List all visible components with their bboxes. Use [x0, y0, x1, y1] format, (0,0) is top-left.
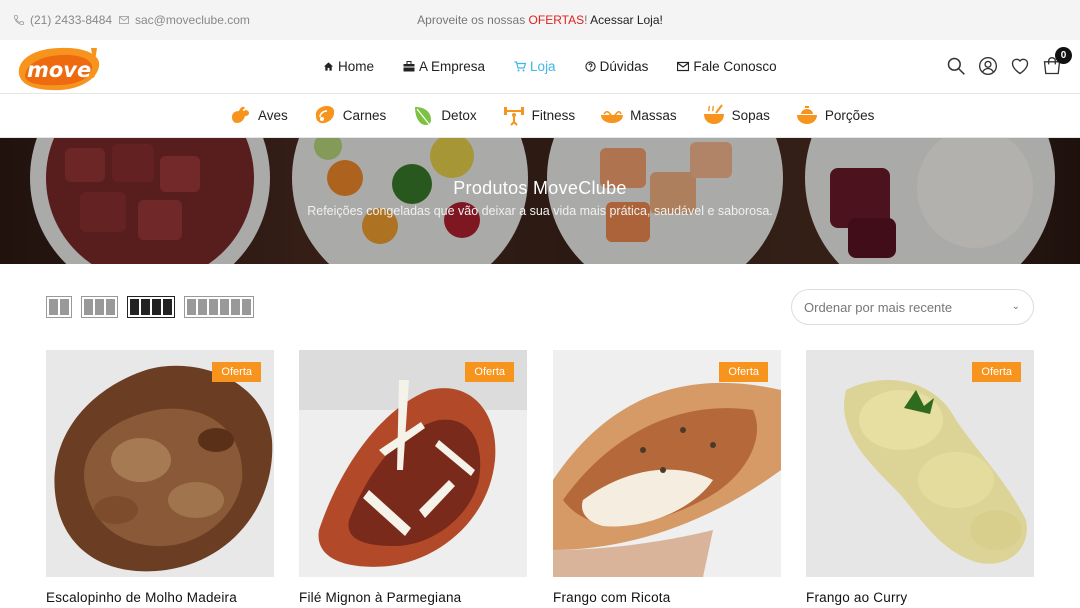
- main-nav: Home A Empresa Loja Dúvidas Fale Conosco: [323, 59, 806, 74]
- product-card: Oferta Frango com Ricota: [553, 350, 781, 605]
- account-icon[interactable]: [978, 56, 998, 76]
- hero-title: Produtos MoveClube: [453, 178, 627, 198]
- nav-empresa-label: A Empresa: [419, 59, 486, 74]
- cart-icon: [514, 61, 527, 72]
- food-photo: [299, 350, 527, 577]
- category-porcoes[interactable]: Porções: [795, 103, 875, 127]
- promo-shop-link[interactable]: Acessar Loja!: [590, 13, 663, 27]
- sale-badge: Oferta: [465, 362, 514, 382]
- promo-highlight[interactable]: OFERTAS: [529, 13, 585, 27]
- nav-duvidas[interactable]: Dúvidas: [584, 59, 649, 74]
- grid-6-columns-button[interactable]: [184, 296, 254, 318]
- main-header: move Home A Empresa Loja Dúvidas Fale Co…: [0, 40, 1080, 94]
- grid-view-switcher: [46, 296, 254, 318]
- category-carnes[interactable]: Carnes: [313, 103, 387, 127]
- nav-loja-label: Loja: [530, 59, 556, 74]
- product-card: Oferta Frango ao Curry: [806, 350, 1034, 605]
- envelope-icon: [677, 61, 690, 72]
- nav-contato[interactable]: Fale Conosco: [677, 59, 777, 74]
- move-logo[interactable]: move: [15, 44, 101, 92]
- hero-overlay: [0, 138, 1080, 264]
- category-detox[interactable]: Detox: [411, 103, 477, 127]
- briefcase-icon: [403, 61, 415, 72]
- category-massas-label: Massas: [630, 107, 677, 123]
- pasta-icon: [601, 110, 624, 123]
- category-porcoes-label: Porções: [824, 107, 875, 123]
- hero-banner: Produtos MoveClube Refeições congeladas …: [0, 138, 1080, 264]
- sort-select-value: Ordenar por mais recente: [804, 300, 953, 315]
- category-fitness[interactable]: Fitness: [502, 103, 576, 127]
- header-actions: 0: [946, 47, 1072, 76]
- leaf-icon: [415, 107, 432, 125]
- hero-subtitle: Refeições congeladas que vão deixar a su…: [307, 204, 773, 218]
- nav-home[interactable]: Home: [323, 59, 374, 74]
- heart-icon[interactable]: [1010, 56, 1030, 76]
- category-list: Aves Carnes Detox Fitness Massas Sopas P…: [228, 103, 899, 127]
- sale-badge: Oferta: [972, 362, 1021, 382]
- promo-message: Aproveite os nossas OFERTAS! Acessar Loj…: [0, 13, 1080, 27]
- food-photo: [553, 350, 781, 577]
- home-icon: [323, 62, 334, 71]
- category-sopas-label: Sopas: [731, 107, 770, 123]
- chevron-down-icon: ⌄: [1011, 301, 1020, 312]
- category-bar: Aves Carnes Detox Fitness Massas Sopas P…: [0, 94, 1080, 138]
- bowl-icon: [796, 106, 817, 124]
- nav-empresa[interactable]: A Empresa: [403, 59, 485, 74]
- product-card: Oferta Filé Mignon à Parmegiana: [299, 350, 527, 605]
- category-sopas[interactable]: Sopas: [702, 103, 770, 127]
- product-name[interactable]: Escalopinho de Molho Madeira: [46, 590, 306, 605]
- grid-2-columns-button[interactable]: [46, 296, 72, 318]
- top-bar: (21) 2433-8484 sac@moveclube.com Aprovei…: [0, 0, 1080, 40]
- category-detox-label: Detox: [441, 107, 477, 123]
- food-photo: [806, 350, 1034, 577]
- nav-loja[interactable]: Loja: [514, 59, 556, 74]
- nav-duvidas-label: Dúvidas: [599, 59, 649, 74]
- cart-count-badge: 0: [1055, 47, 1072, 64]
- product-name[interactable]: Frango com Ricota: [553, 590, 813, 605]
- product-image[interactable]: Oferta: [299, 350, 527, 577]
- sort-select[interactable]: Ordenar por mais recente ⌄: [791, 289, 1034, 325]
- product-name[interactable]: Frango ao Curry: [806, 590, 1066, 605]
- product-image[interactable]: Oferta: [46, 350, 274, 577]
- nav-contato-label: Fale Conosco: [693, 59, 777, 74]
- sale-badge: Oferta: [719, 362, 768, 382]
- food-photo: [46, 350, 274, 577]
- soup-icon: [703, 104, 724, 124]
- cart-button[interactable]: 0: [1042, 47, 1072, 76]
- question-icon: [584, 61, 596, 72]
- category-aves[interactable]: Aves: [228, 103, 288, 127]
- grid-3-columns-button[interactable]: [81, 296, 118, 318]
- category-fitness-label: Fitness: [531, 107, 576, 123]
- category-massas[interactable]: Massas: [600, 103, 677, 127]
- chicken-icon: [232, 106, 249, 123]
- product-image[interactable]: Oferta: [806, 350, 1034, 577]
- logo-shape: move: [18, 47, 100, 91]
- dumbbell-icon: [503, 107, 524, 126]
- product-card: Oferta Escalopinho de Molho Madeira: [46, 350, 274, 605]
- logo-text: move: [27, 58, 91, 82]
- sale-badge: Oferta: [212, 362, 261, 382]
- search-icon[interactable]: [946, 56, 966, 76]
- nav-home-label: Home: [338, 59, 375, 74]
- category-carnes-label: Carnes: [342, 107, 387, 123]
- product-name[interactable]: Filé Mignon à Parmegiana: [299, 590, 559, 605]
- steak-icon: [315, 106, 334, 124]
- category-aves-label: Aves: [258, 107, 288, 123]
- product-image[interactable]: Oferta: [553, 350, 781, 577]
- grid-4-columns-button[interactable]: [127, 296, 175, 318]
- promo-prefix: Aproveite os nossas: [417, 13, 529, 27]
